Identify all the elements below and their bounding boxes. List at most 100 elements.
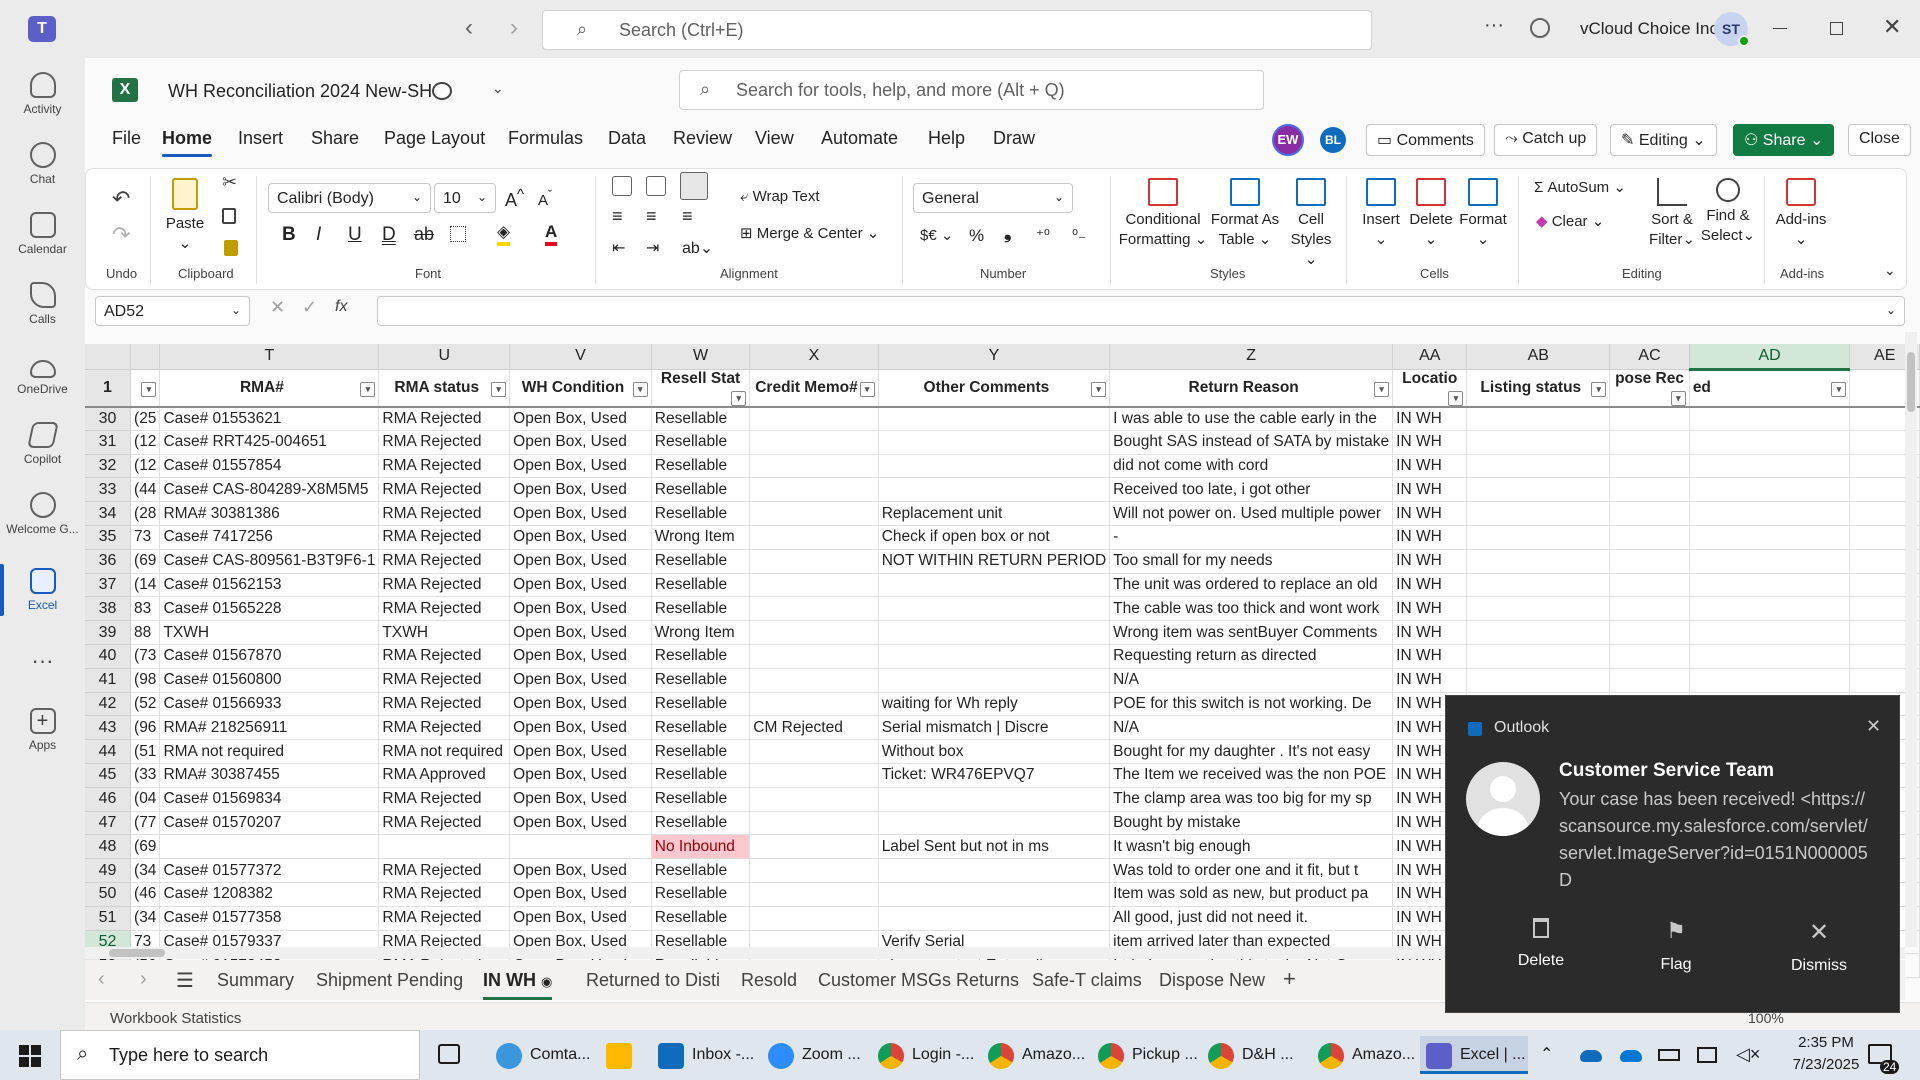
table-cell[interactable]	[878, 454, 1111, 479]
table-cell[interactable]: POE for this switch is not working. De	[1109, 692, 1394, 717]
strikethrough-icon[interactable]: ab	[414, 224, 434, 245]
table-cell[interactable]: NOT WITHIN RETURN PERIOD	[878, 549, 1111, 574]
table-cell[interactable]: Open Box, Used	[509, 787, 652, 812]
table-cell-partial[interactable]: 69)	[130, 834, 161, 860]
row-header[interactable]: 47	[85, 811, 132, 836]
table-cell[interactable]: Wrong Item	[651, 525, 751, 550]
table-cell[interactable]: Case# CAS-804289-X8M5M5	[159, 477, 380, 503]
filter-dropdown-icon[interactable]: ▾	[491, 381, 507, 397]
comments-button[interactable]: ▭ Comments	[1366, 124, 1485, 156]
table-cell[interactable]	[749, 834, 879, 860]
row-header[interactable]: 46	[85, 787, 132, 812]
table-cell[interactable]: Open Box, Used	[509, 739, 652, 764]
column-header[interactable]: Y	[878, 344, 1111, 370]
table-cell[interactable]	[749, 739, 879, 764]
share-button[interactable]: ⚇ Share ⌄	[1733, 124, 1835, 156]
copy-icon[interactable]	[222, 208, 236, 224]
table-cell[interactable]: Resellable	[651, 477, 751, 503]
table-cell[interactable]	[1689, 501, 1851, 526]
table-cell[interactable]: IN WH	[1392, 644, 1468, 669]
number-format-dropdown[interactable]: General ⌄	[913, 183, 1073, 213]
table-cell[interactable]: Open Box, Used	[509, 454, 652, 479]
table-cell[interactable]	[1609, 525, 1690, 550]
table-cell[interactable]: RMA Rejected	[378, 454, 511, 479]
table-cell[interactable]	[749, 430, 879, 455]
taskbar-search-box[interactable]: ⌕ Type here to search	[60, 1030, 420, 1080]
people-icon[interactable]	[1530, 18, 1550, 38]
rail-chat[interactable]: Chat	[0, 142, 85, 186]
table-cell[interactable]	[1466, 549, 1611, 574]
table-cell[interactable]: IN WH	[1392, 501, 1468, 526]
sort-filter-button[interactable]: Sort & Filter⌄	[1644, 178, 1700, 250]
table-cell[interactable]: Resellable	[651, 454, 751, 479]
table-cell-partial[interactable]: 25)	[130, 406, 161, 431]
table-cell[interactable]: IN WH	[1392, 430, 1468, 455]
table-cell[interactable]	[878, 644, 1111, 669]
percent-format-icon[interactable]: %	[969, 226, 984, 246]
menu-view[interactable]: View	[755, 128, 794, 149]
table-cell[interactable]	[749, 858, 879, 883]
table-cell[interactable]: Wrong item was sentBuyer Comments	[1109, 620, 1394, 645]
table-cell[interactable]: RMA# 30387455	[159, 763, 380, 788]
table-cell[interactable]: Bought SAS instead of SATA by mistake	[1109, 430, 1394, 455]
rail-calendar[interactable]: Calendar	[0, 212, 85, 256]
table-cell-partial[interactable]: 69)	[130, 549, 161, 574]
table-cell[interactable]	[878, 906, 1111, 931]
filter-dropdown-icon[interactable]: ▾	[141, 381, 157, 397]
table-cell[interactable]	[749, 692, 879, 717]
table-cell[interactable]	[1466, 454, 1611, 479]
table-cell[interactable]	[1689, 573, 1851, 598]
table-cell[interactable]: RMA Rejected	[378, 906, 511, 931]
table-cell[interactable]	[878, 430, 1111, 455]
table-header-cell[interactable]: Listing status ▾	[1466, 369, 1611, 408]
table-cell[interactable]: No Inbound	[651, 834, 751, 860]
table-cell[interactable]: RMA Rejected	[378, 882, 511, 907]
table-cell[interactable]: Bought for my daughter . It's not easy	[1109, 739, 1394, 764]
table-cell[interactable]: Bought by mistake	[1109, 811, 1394, 836]
filter-dropdown-icon[interactable]: ▾	[360, 381, 376, 397]
currency-format-icon[interactable]: $€ ⌄	[920, 226, 953, 244]
table-cell[interactable]: Resellable	[651, 406, 751, 431]
table-cell-partial[interactable]: 14)	[130, 573, 161, 598]
sheet-tab-shipment-pending[interactable]: Shipment Pending	[316, 970, 463, 991]
table-cell-partial[interactable]: 83	[130, 596, 161, 622]
taskbar-app-outlook[interactable]: Inbox -...	[652, 1036, 754, 1074]
table-cell[interactable]: RMA Rejected	[378, 549, 511, 574]
table-cell[interactable]	[749, 644, 879, 669]
cancel-formula-icon[interactable]: ✕	[270, 297, 285, 318]
column-header[interactable]: X	[749, 344, 879, 370]
table-cell[interactable]: RMA Rejected	[378, 477, 511, 503]
table-cell[interactable]: Case# 01570207	[159, 811, 380, 836]
toast-flag-button[interactable]: ⚑ Flag	[1631, 918, 1721, 974]
table-cell[interactable]: Requesting return as directed	[1109, 644, 1394, 669]
find-select-button[interactable]: Find & Select⌄	[1700, 178, 1756, 246]
table-cell[interactable]	[1609, 596, 1690, 622]
redo-icon[interactable]: ↷	[112, 222, 130, 248]
table-header-cell[interactable]: WH Condition ▾	[509, 369, 652, 408]
table-cell[interactable]	[1466, 406, 1611, 431]
sheet-tab-resold[interactable]: Resold	[741, 970, 797, 991]
align-middle-icon[interactable]	[646, 176, 666, 196]
table-cell[interactable]	[749, 406, 879, 431]
taskbar-app-teams-excel[interactable]: Excel | ...	[1420, 1036, 1528, 1074]
onedrive-business-tray-icon[interactable]	[1620, 1050, 1642, 1062]
table-cell[interactable]	[878, 406, 1111, 431]
insert-cells-button[interactable]: Insert ⌄	[1356, 178, 1406, 250]
table-cell[interactable]	[1466, 620, 1611, 645]
table-cell[interactable]	[878, 620, 1111, 645]
minimize-icon[interactable]	[1773, 28, 1787, 29]
table-cell[interactable]	[1609, 454, 1690, 479]
font-name-dropdown[interactable]: Calibri (Body) ⌄	[268, 183, 431, 213]
table-cell[interactable]: Case# 01553621	[159, 406, 380, 431]
table-cell[interactable]	[1609, 620, 1690, 645]
table-cell[interactable]: N/A	[1109, 668, 1394, 693]
table-cell[interactable]: Case# CAS-809561-B3T9F6-1	[159, 549, 380, 574]
bold-icon[interactable]: B	[282, 224, 296, 246]
onedrive-tray-icon[interactable]	[1580, 1050, 1602, 1062]
grow-font-icon[interactable]: A^	[505, 186, 524, 211]
table-cell[interactable]	[878, 668, 1111, 693]
table-cell[interactable]	[749, 596, 879, 622]
clear-button[interactable]: ◆ Clear ⌄	[1536, 212, 1604, 230]
rail-onedrive[interactable]: OneDrive	[0, 352, 85, 396]
table-cell[interactable]	[878, 573, 1111, 598]
